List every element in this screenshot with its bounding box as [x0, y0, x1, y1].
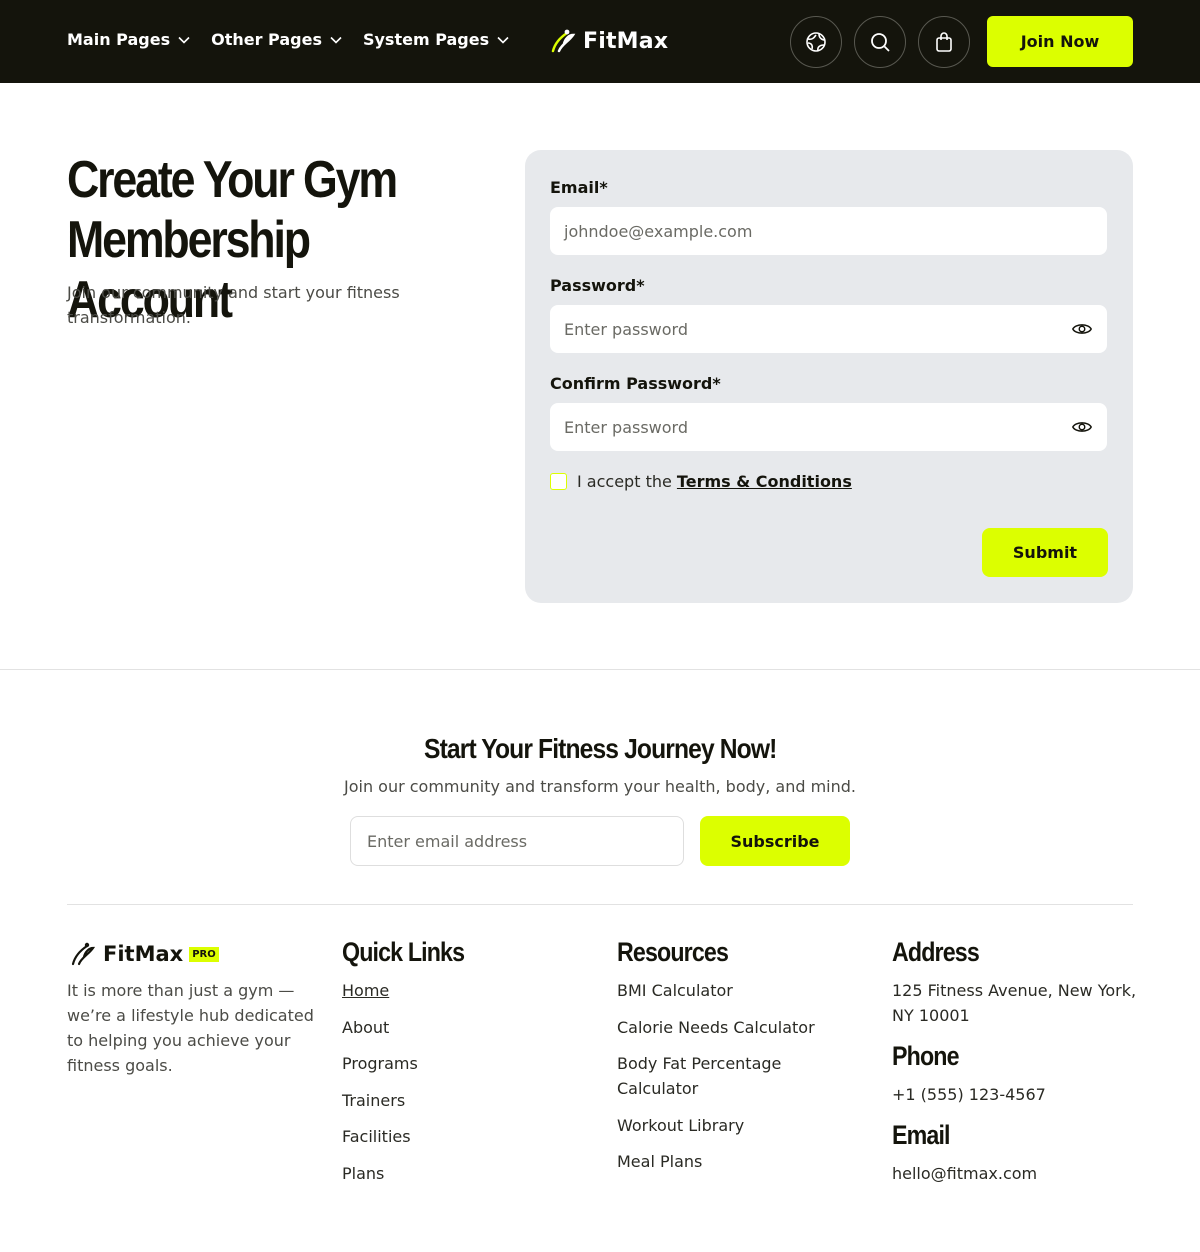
confirm-password-placeholder: Enter password [564, 417, 688, 437]
subscribe-button[interactable]: Subscribe [700, 816, 850, 866]
language-button[interactable] [790, 16, 842, 68]
newsletter-placeholder: Enter email address [367, 831, 528, 851]
footer-logo-text: FitMax [103, 942, 184, 966]
join-now-button[interactable]: Join Now [987, 16, 1133, 67]
chevron-down-icon [497, 36, 509, 44]
footer-link-programs[interactable]: Programs [342, 1051, 418, 1076]
pro-badge: PRO [189, 946, 219, 962]
chevron-down-icon [330, 36, 342, 44]
fitmax-logo-icon [71, 942, 96, 966]
terms-link[interactable]: Terms & Conditions [677, 472, 852, 491]
email-field[interactable]: johndoe@example.com [550, 207, 1107, 255]
accept-text: I accept the Terms & Conditions [577, 472, 852, 491]
signup-form: Email* johndoe@example.com Password* Ent… [525, 150, 1133, 603]
email-text[interactable]: hello@fitmax.com [892, 1161, 1037, 1186]
phone-title: Phone [892, 1041, 960, 1071]
chevron-down-icon [178, 36, 190, 44]
address-text: 125 Fitness Avenue, New York, NY 10001 [892, 981, 1137, 1025]
footer-link-body-fat-calculator[interactable]: Body Fat Percentage Calculator [617, 1051, 827, 1101]
fitmax-logo-icon [551, 29, 576, 53]
nav-system-pages-label: System Pages [362, 30, 490, 49]
shopping-bag-icon [936, 32, 952, 52]
footer-divider [67, 904, 1133, 905]
quick-links-list: Home About Programs Trainers Facilities … [342, 978, 418, 1186]
quick-links-title: Quick Links [342, 937, 465, 967]
confirm-password-label: Confirm Password* [550, 374, 721, 393]
footer-link-facilities[interactable]: Facilities [342, 1124, 418, 1149]
newsletter-title-text: Start Your Fitness Journey Now! [423, 733, 777, 764]
newsletter-email-input[interactable]: Enter email address [350, 816, 684, 866]
accept-label: I accept the [577, 472, 672, 491]
confirm-password-field[interactable]: Enter password [550, 403, 1107, 451]
footer-link-bmi-calculator[interactable]: BMI Calculator [617, 978, 827, 1003]
search-icon [871, 33, 890, 52]
globe-icon [806, 32, 826, 52]
submit-button[interactable]: Submit [982, 528, 1108, 577]
page-subtitle: Join our community and start your fitnes… [67, 283, 400, 327]
header-logo[interactable]: FitMax [547, 27, 668, 55]
nav-menu: Main Pages Other Pages System Pages [67, 30, 510, 49]
footer-logo[interactable]: FitMax PRO [67, 940, 219, 968]
footer-link-workout-library[interactable]: Workout Library [617, 1113, 827, 1138]
footer-link-trainers[interactable]: Trainers [342, 1088, 418, 1113]
section-divider [0, 669, 1200, 670]
nav-other-pages-label: Other Pages [211, 30, 322, 49]
resources-title: Resources [617, 937, 729, 967]
footer-about: It is more than just a gym — we’re a lif… [67, 981, 314, 1075]
terms-checkbox[interactable] [550, 473, 567, 490]
email-label: Email* [550, 178, 608, 197]
cart-button[interactable] [918, 16, 970, 68]
nav-icon-group [790, 16, 970, 68]
footer-link-about[interactable]: About [342, 1015, 418, 1040]
search-button[interactable] [854, 16, 906, 68]
logo-text: FitMax [583, 28, 669, 54]
eye-icon[interactable] [1071, 416, 1093, 438]
nav-main-pages-label: Main Pages [67, 30, 171, 49]
footer-link-calorie-calculator[interactable]: Calorie Needs Calculator [617, 1015, 827, 1040]
footer-link-meal-plans[interactable]: Meal Plans [617, 1149, 827, 1174]
top-navbar: Main Pages Other Pages System Pages FitM… [0, 0, 1200, 83]
newsletter-subtitle: Join our community and transform your he… [343, 777, 857, 796]
nav-system-pages[interactable]: System Pages [363, 30, 510, 49]
resources-list: BMI Calculator Calorie Needs Calculator … [617, 978, 827, 1174]
newsletter-title: Start Your Fitness Journey Now! [0, 733, 1200, 765]
password-field[interactable]: Enter password [550, 305, 1107, 353]
nav-other-pages[interactable]: Other Pages [211, 30, 343, 49]
password-placeholder: Enter password [564, 319, 688, 339]
email-title: Email [892, 1120, 951, 1150]
phone-text[interactable]: +1 (555) 123-4567 [892, 1082, 1046, 1107]
address-title: Address [892, 937, 980, 967]
footer-link-plans[interactable]: Plans [342, 1161, 418, 1186]
nav-main-pages[interactable]: Main Pages [67, 30, 191, 49]
page-title-line1: Create Your Gym [67, 151, 398, 209]
password-label: Password* [550, 276, 645, 295]
footer-link-home[interactable]: Home [342, 978, 418, 1003]
eye-icon[interactable] [1071, 318, 1093, 340]
email-placeholder: johndoe@example.com [564, 221, 753, 241]
terms-row: I accept the Terms & Conditions [550, 472, 852, 491]
